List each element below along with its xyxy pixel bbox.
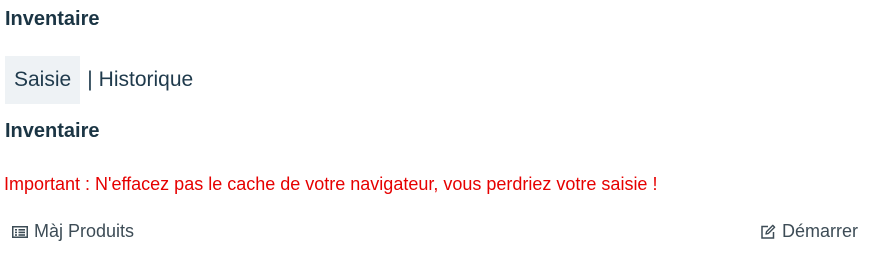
- tab-bar: Saisie | Historique: [5, 56, 193, 104]
- page-title: Inventaire: [5, 8, 100, 30]
- update-products-label: Màj Produits: [34, 221, 135, 241]
- tab-separator: |: [87, 68, 93, 91]
- start-label: Démarrer: [781, 221, 858, 241]
- cache-warning-message: Important : N'effacez pas le cache de vo…: [4, 174, 658, 194]
- tab-saisie[interactable]: Saisie: [5, 56, 81, 104]
- section-title: Inventaire: [5, 120, 100, 142]
- list-icon: [12, 225, 28, 239]
- edit-icon: [760, 224, 776, 240]
- tab-historique[interactable]: Historique: [99, 68, 194, 92]
- tab-saisie-label: Saisie: [14, 68, 72, 91]
- start-button[interactable]: Démarrer: [760, 221, 858, 242]
- update-products-button[interactable]: Màj Produits: [12, 221, 134, 242]
